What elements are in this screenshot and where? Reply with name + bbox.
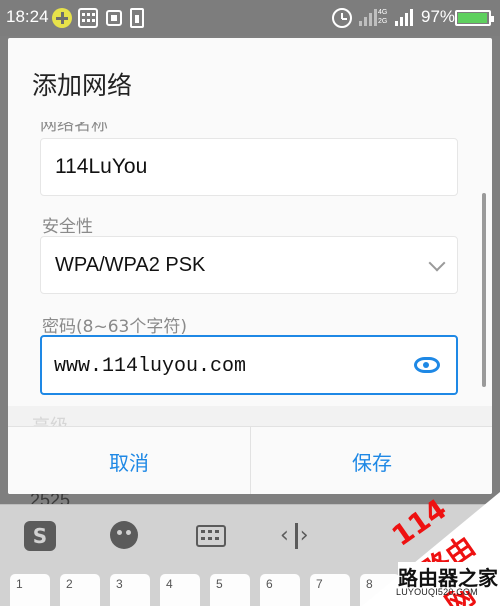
key-2[interactable]: 2 bbox=[60, 574, 100, 606]
security-value: WPA/WPA2 PSK bbox=[55, 254, 206, 276]
ssid-value: 114LuYou bbox=[55, 155, 148, 178]
security-select[interactable]: WPA/WPA2 PSK bbox=[40, 236, 458, 294]
key-3[interactable]: 3 bbox=[110, 574, 150, 606]
network-top: 4G bbox=[378, 9, 388, 16]
battery-icon bbox=[455, 10, 494, 26]
key-1[interactable]: 1 bbox=[10, 574, 50, 606]
show-password-icon[interactable] bbox=[414, 357, 440, 373]
network-type: 4G 2G bbox=[378, 8, 387, 26]
key-2-label: 2 bbox=[66, 577, 73, 591]
scrollbar[interactable] bbox=[482, 193, 486, 387]
key-3-label: 3 bbox=[116, 577, 123, 591]
add-icon bbox=[52, 8, 72, 28]
key-7-label: 7 bbox=[316, 577, 323, 591]
watermark-url: LUYOUQI520.COM bbox=[396, 587, 478, 597]
cancel-button[interactable]: 取消 bbox=[8, 427, 250, 494]
password-input[interactable]: www.114luyou.com bbox=[40, 335, 458, 395]
network-name-label: 网络名称 bbox=[40, 122, 108, 135]
battery-saver-icon bbox=[130, 8, 144, 28]
dialog-content[interactable]: 网络名称 114LuYou 安全性 WPA/WPA2 PSK 密码(8~63个字… bbox=[8, 122, 492, 444]
password-label: 密码(8~63个字符) bbox=[42, 317, 187, 337]
network-bottom: 2G bbox=[378, 18, 388, 25]
emoji-icon[interactable] bbox=[110, 521, 138, 549]
battery-percent: 97% bbox=[421, 7, 456, 26]
battery-fill bbox=[458, 13, 487, 23]
key-5[interactable]: 5 bbox=[210, 574, 250, 606]
status-time: 18:24 bbox=[6, 7, 49, 26]
dialog-title: 添加网络 bbox=[32, 71, 133, 100]
security-label: 安全性 bbox=[42, 217, 93, 237]
keyboard-icon bbox=[78, 8, 98, 28]
save-button[interactable]: 保存 bbox=[251, 427, 492, 494]
key-5-label: 5 bbox=[216, 577, 223, 591]
add-network-dialog: 添加网络 网络名称 114LuYou 安全性 WPA/WPA2 PSK 密码(8… bbox=[8, 38, 492, 494]
signal-icon bbox=[394, 8, 414, 28]
alarm-icon bbox=[332, 8, 352, 28]
key-7[interactable]: 7 bbox=[310, 574, 350, 606]
status-bar: 18:24 4G 2G 97% bbox=[0, 0, 500, 36]
key-1-label: 1 bbox=[16, 577, 23, 591]
cursor-move-icon[interactable] bbox=[280, 521, 312, 549]
dialog-actions: 取消 保存 bbox=[8, 426, 492, 494]
keyboard-icon[interactable] bbox=[196, 525, 226, 547]
key-6[interactable]: 6 bbox=[260, 574, 300, 606]
key-4-label: 4 bbox=[166, 577, 173, 591]
scan-icon bbox=[104, 8, 124, 28]
signal-icon bbox=[358, 8, 378, 28]
password-value: www.114luyou.com bbox=[54, 355, 247, 378]
ime-logo-icon[interactable]: S bbox=[24, 521, 56, 551]
key-4[interactable]: 4 bbox=[160, 574, 200, 606]
watermark: 114 路由网 路由器之家 LUYOUQI520.COM bbox=[362, 492, 500, 606]
chevron-down-icon bbox=[428, 254, 446, 272]
key-6-label: 6 bbox=[266, 577, 273, 591]
ssid-input[interactable]: 114LuYou bbox=[40, 138, 458, 196]
